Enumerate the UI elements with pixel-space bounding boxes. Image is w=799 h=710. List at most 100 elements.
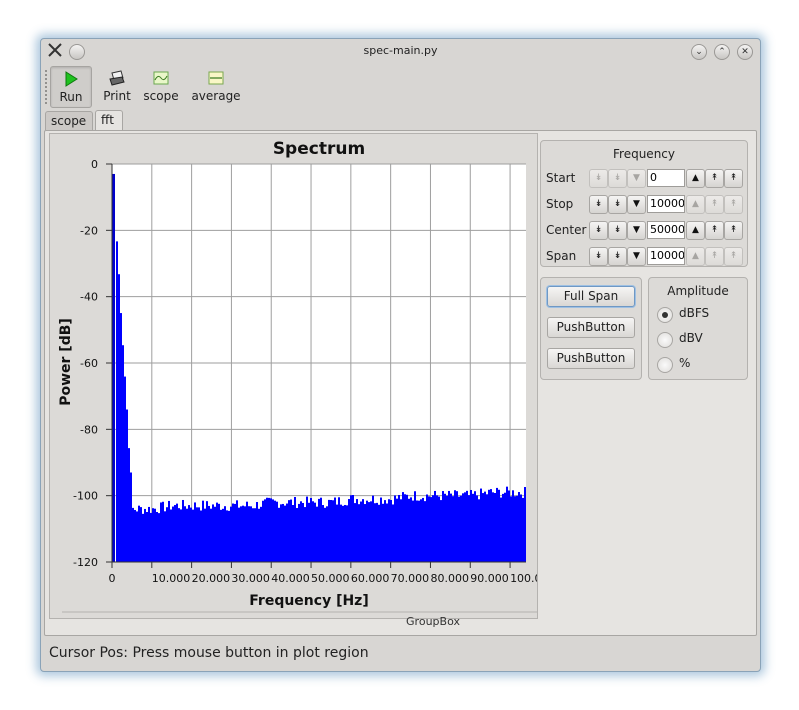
span-increment-3-icon[interactable]: ↟ [724,247,743,266]
center-increment-2-icon[interactable]: ↟ [705,221,724,240]
spectrum-bar [196,507,198,562]
spectrum-bar [156,511,158,562]
spectrum-bar [450,493,452,562]
start-decrement-1-icon[interactable]: ↡ [589,169,608,188]
span-decrement-3-icon[interactable]: ▼ [627,247,646,266]
spectrum-bar [376,502,378,562]
stop-increment-1-icon[interactable]: ▲ [686,195,705,214]
spectrum-bar [326,506,328,562]
start-decrement-3-icon[interactable]: ▼ [627,169,646,188]
spectrum-bar [186,508,188,562]
spectrum-bar [282,503,284,562]
spectrum-bar [238,507,240,562]
spectrum-bar [500,497,502,562]
spectrum-bar [122,345,124,562]
center-input[interactable] [647,221,685,239]
toolbar-grip[interactable] [44,69,48,105]
spectrum-bar [346,505,348,562]
spectrum-bar [418,500,420,562]
spectrum-bar [138,505,140,562]
spectrum-bar [494,493,496,562]
radio-percent[interactable] [657,357,673,373]
spectrum-chart[interactable]: 0 10.000 20.000 30.000 40.000 50.000 60.000 70.… [50,134,746,618]
spectrum-bar [222,508,224,562]
spectrum-bar [288,500,290,562]
scope-button[interactable]: scope [140,66,182,106]
run-label: Run [59,90,83,104]
center-decrement-2-icon[interactable]: ↡ [608,221,627,240]
stop-input[interactable] [647,195,685,213]
start-decrement-2-icon[interactable]: ↡ [608,169,627,188]
push-button-2[interactable]: PushButton [547,348,635,369]
spectrum-bar [356,499,358,562]
print-label: Print [103,89,131,103]
x-tick-label: 40.000 [271,572,310,585]
spectrum-bar [260,506,262,562]
start-increment-1-icon[interactable]: ▲ [686,169,705,188]
center-decrement-1-icon[interactable]: ↡ [589,221,608,240]
stop-decrement-2-icon[interactable]: ↡ [608,195,627,214]
y-tick-label: -80 [80,423,98,436]
spectrum-bar [348,499,350,562]
tab-fft-label: fft [101,113,114,127]
spectrum-bar [290,499,292,562]
spectrum-bar [258,508,260,562]
span-increment-2-icon[interactable]: ↟ [705,247,724,266]
spectrum-bar [298,503,300,562]
x-tick-label: 60.000 [351,572,390,585]
spectrum-bar [456,491,458,562]
start-input[interactable] [647,169,685,187]
center-decrement-3-icon[interactable]: ▼ [627,221,646,240]
stop-increment-3-icon[interactable]: ↟ [724,195,743,214]
spectrum-bar [172,506,174,562]
spectrum-bar [464,492,466,562]
print-button[interactable]: Print [97,66,137,106]
stop-increment-2-icon[interactable]: ↟ [705,195,724,214]
maximize-icon[interactable]: ⌃ [714,44,730,60]
average-icon [208,71,224,85]
spectrum-bar [364,504,366,562]
spectrum-bar [324,507,326,562]
average-button[interactable]: average [189,66,243,106]
spectrum-bar [478,499,480,562]
y-tick-label: -120 [73,556,98,569]
spectrum-bar [164,511,166,562]
span-increment-1-icon[interactable]: ▲ [686,247,705,266]
spectrum-bar [132,507,134,562]
chart-title: Spectrum [273,139,365,159]
spectrum-bar [242,505,244,562]
spectrum-bar [126,409,128,562]
radio-dbfs-label: dBFS [679,306,710,320]
spectrum-bar [516,495,518,562]
center-label: Center [546,223,587,237]
center-increment-1-icon[interactable]: ▲ [686,221,705,240]
radio-dbv[interactable] [657,332,673,348]
close-icon[interactable]: ✕ [737,44,753,60]
span-decrement-1-icon[interactable]: ↡ [589,247,608,266]
full-span-button[interactable]: Full Span [547,286,635,307]
spectrum-bar [510,496,512,562]
spectrum-bar [224,506,226,562]
spectrum-bar [278,507,280,562]
center-increment-3-icon[interactable]: ↟ [724,221,743,240]
spectrum-bar [344,504,346,562]
push-button-1[interactable]: PushButton [547,317,635,338]
span-input[interactable] [647,247,685,265]
spectrum-bar [424,501,426,562]
tab-scope[interactable]: scope [45,111,93,130]
tab-fft[interactable]: fft [95,110,123,131]
stop-decrement-1-icon[interactable]: ↡ [589,195,608,214]
start-increment-3-icon[interactable]: ↟ [724,169,743,188]
span-decrement-2-icon[interactable]: ↡ [608,247,627,266]
spectrum-bar [334,497,336,562]
run-button[interactable]: Run [50,66,92,108]
minimize-icon[interactable]: ⌄ [691,44,707,60]
start-increment-2-icon[interactable]: ↟ [705,169,724,188]
spectrum-bar [476,495,478,562]
radio-dbfs[interactable] [657,307,673,323]
spectrum-bar [118,274,120,562]
spectrum-bar [218,503,220,562]
spectrum-bar [514,496,516,562]
spectrum-bar [470,489,472,562]
stop-decrement-3-icon[interactable]: ▼ [627,195,646,214]
